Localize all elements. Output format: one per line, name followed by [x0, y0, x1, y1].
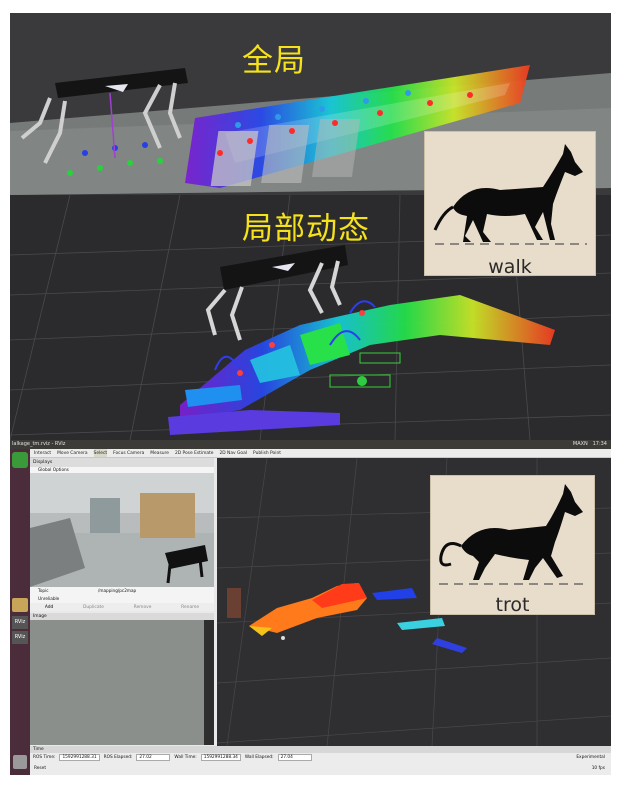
experimental-checkbox[interactable]: Experimental [576, 753, 605, 763]
topic-value[interactable]: /mapping/pc2map [98, 587, 136, 595]
time-panel-header: Time [30, 746, 611, 753]
add-button[interactable]: Add [45, 605, 54, 610]
trash-icon[interactable] [13, 755, 27, 769]
clock: 17:34 [592, 441, 607, 447]
launcher-folder-icon[interactable] [12, 598, 28, 612]
tool-measure[interactable]: Measure [150, 449, 169, 457]
topic-label: Topic [38, 588, 49, 593]
rviz-toolbar: Interact Move Camera Select Focus Camera… [30, 449, 611, 458]
wall-elapsed-field[interactable]: 27.04 [277, 754, 312, 761]
trot-gait-card: trot [430, 475, 595, 616]
time-panel: ROS Time: 1592991288.31 ROS Elapsed: 27.… [30, 753, 611, 763]
image-scrollbar[interactable] [204, 620, 214, 745]
launcher-rviz-icon-2[interactable]: RViz [12, 631, 28, 644]
window-titlebar: lalkage_tm.rviz - RViz MAXN 17:34 [10, 440, 611, 449]
wall-time-label: Wall Time: [174, 755, 197, 760]
global-caption: 全局 [242, 43, 306, 79]
tool-2d-nav-goal[interactable]: 2D Nav Goal [219, 449, 247, 457]
tool-publish-point[interactable]: Publish Point [253, 449, 281, 457]
warehouse-camera-image [30, 473, 214, 587]
displays-panel-header: Displays [30, 458, 214, 467]
ros-elapsed-field[interactable]: 27.02 [136, 754, 171, 761]
window-title: lalkage_tm.rviz - RViz [12, 441, 66, 447]
walk-gait-card: walk [424, 131, 596, 278]
wall-time-field[interactable]: 1592991288.34 [200, 754, 241, 761]
trot-label: trot [495, 594, 530, 616]
remove-button[interactable]: Remove [134, 605, 152, 610]
tool-move-camera[interactable]: Move Camera [57, 449, 87, 457]
tray-text: MAXN [572, 441, 588, 447]
wall-elapsed-label: Wall Elapsed: [244, 755, 274, 760]
rename-button[interactable]: Rename [181, 605, 199, 610]
dog-trot-icon [439, 484, 589, 585]
reset-button[interactable]: Reset [34, 766, 46, 771]
launcher-app-icon[interactable] [12, 452, 28, 468]
launcher-rviz-icon[interactable]: RViz [12, 616, 28, 629]
ros-time-field[interactable]: 1592991288.31 [59, 754, 100, 761]
tool-2d-pose-estimate[interactable]: 2D Pose Estimate [175, 449, 214, 457]
ros-elapsed-label: ROS Elapsed: [103, 755, 133, 760]
local-caption: 局部动态 [242, 211, 370, 247]
image-panel-view [30, 620, 204, 745]
display-properties: Topic /mapping/pc2map Unreliable [30, 587, 214, 603]
ros-time-label: ROS Time: [33, 755, 56, 760]
dog-walk-icon [433, 144, 587, 245]
launcher-sidebar: RViz RViz [10, 449, 30, 775]
tool-interact[interactable]: Interact [34, 449, 51, 457]
camera-view [30, 473, 214, 587]
reset-bar: Reset 10 fps [30, 763, 611, 775]
tool-select[interactable]: Select [93, 449, 108, 457]
tool-focus-camera[interactable]: Focus Camera [113, 449, 144, 457]
unreliable-label: Unreliable [38, 596, 60, 601]
duplicate-button[interactable]: Duplicate [83, 605, 104, 610]
display-buttons: Add Duplicate Remove Rename [30, 603, 214, 611]
fps-readout: 10 fps [591, 766, 605, 771]
walk-label: walk [488, 256, 532, 278]
image-panel-header: Image [30, 613, 214, 620]
